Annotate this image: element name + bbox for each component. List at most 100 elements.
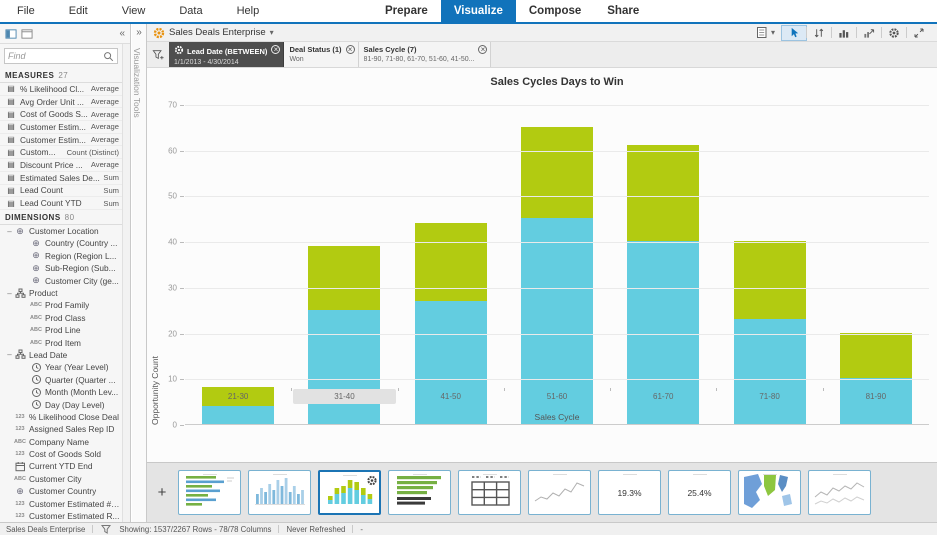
bar-segment-top-51-60[interactable]	[521, 127, 593, 218]
dimension-item[interactable]: Current YTD End	[0, 460, 130, 472]
dimension-item[interactable]: 123% Likelihood Close Deal	[0, 411, 130, 423]
measure-item[interactable]: ▤Customer Estim...Average	[0, 121, 130, 134]
dimension-item[interactable]: ABCCustomer City	[0, 473, 130, 485]
dimension-item[interactable]: ⊕Country (Country ...	[0, 237, 130, 249]
tab-share[interactable]: Share	[594, 0, 652, 24]
dimension-item[interactable]: 123Customer Estimated R...	[0, 510, 130, 522]
tree-expander-icon[interactable]: –	[5, 289, 14, 298]
x-category-label[interactable]: 51-60	[506, 389, 608, 404]
dimension-item[interactable]: ⊕Region (Region L...	[0, 250, 130, 262]
expand-right-icon[interactable]: »	[132, 28, 146, 38]
x-category-label[interactable]: 31-40	[293, 389, 395, 404]
dimension-item[interactable]: ⊕Customer Country	[0, 485, 130, 497]
maximize-button[interactable]	[907, 26, 931, 40]
dimension-item[interactable]: ⊕Customer City (ge...	[0, 274, 130, 286]
x-category-label[interactable]: 61-70	[612, 389, 714, 404]
panel-float-icon[interactable]	[21, 28, 33, 39]
sidebar-scrollbar[interactable]	[122, 44, 130, 522]
dimension-item[interactable]: ABCCompany Name	[0, 436, 130, 448]
thumbnail-stacked-column-chart[interactable]	[318, 470, 381, 515]
menu-item-view[interactable]: View	[105, 0, 163, 22]
status-showing-text[interactable]: Showing: 1537/2267 Rows - 78/78 Columns	[119, 525, 271, 534]
settings-button[interactable]	[882, 26, 906, 40]
find-input[interactable]	[8, 51, 102, 61]
thumbnail-bar-chart-green[interactable]	[388, 470, 451, 515]
dimension-item[interactable]: 123Assigned Sales Rep ID	[0, 423, 130, 435]
dimension-item[interactable]: ABCProd Family	[0, 299, 130, 311]
bar-segment-bottom-41-50[interactable]	[415, 301, 487, 424]
stacked-bar-61-70[interactable]	[627, 145, 699, 424]
measure-item[interactable]: ▤Custom...Count (Distinct)	[0, 146, 130, 159]
tab-compose[interactable]: Compose	[516, 0, 594, 24]
measure-item[interactable]: ▤% Likelihood Cl...Average	[0, 83, 130, 96]
dimension-item[interactable]: Month (Month Lev...	[0, 386, 130, 398]
filter-chip-2[interactable]: Deal Status (1)Won×	[284, 42, 358, 67]
status-more-button[interactable]: -	[360, 525, 363, 534]
menu-item-edit[interactable]: Edit	[52, 0, 105, 22]
menu-item-file[interactable]: File	[0, 0, 52, 22]
dimension-item[interactable]: ABCProd Line	[0, 324, 130, 336]
viz-type-dropdown[interactable]: ▾	[750, 26, 781, 40]
panel-left-icon[interactable]	[5, 28, 17, 39]
bar-segment-top-71-80[interactable]	[734, 241, 806, 319]
visualization-tools-strip[interactable]: » Visualization Tools	[132, 24, 147, 522]
tab-visualize[interactable]: Visualize	[441, 0, 516, 24]
dimension-item[interactable]: ABCProd Item	[0, 336, 130, 348]
select-tool-button[interactable]	[782, 26, 806, 40]
tree-expander-icon[interactable]: –	[5, 227, 14, 236]
measure-item[interactable]: ▤Estimated Sales De...Sum	[0, 172, 130, 185]
find-box[interactable]	[4, 48, 118, 64]
filter-chip-close-icon[interactable]: ×	[271, 45, 280, 54]
bar-segment-top-61-70[interactable]	[627, 145, 699, 241]
dimension-item[interactable]: Day (Day Level)	[0, 398, 130, 410]
add-visualization-button[interactable]: +	[152, 484, 172, 501]
thumbnail-kpi-tile-1[interactable]: 19.3%	[598, 470, 661, 515]
dimension-item[interactable]: ABCProd Class	[0, 312, 130, 324]
thumbnail-kpi-tile-2[interactable]: 25.4%	[668, 470, 731, 515]
dimension-item[interactable]: –Lead Date	[0, 349, 130, 361]
trend-button[interactable]	[857, 26, 881, 40]
dimension-item[interactable]: Quarter (Quarter ...	[0, 374, 130, 386]
rank-button[interactable]	[832, 26, 856, 40]
collapse-left-icon[interactable]: «	[119, 29, 125, 39]
measure-item[interactable]: ▤Customer Estim...Average	[0, 134, 130, 147]
bar-segment-bottom-71-80[interactable]	[734, 319, 806, 424]
thumbnail-crosstab[interactable]	[458, 470, 521, 515]
dimension-item[interactable]: –⊕Customer Location	[0, 225, 130, 237]
filter-chip-1[interactable]: Lead Date (BETWEEN)1/1/2013 - 4/30/2014×	[169, 42, 284, 67]
add-filter-button[interactable]	[147, 42, 169, 67]
x-category-label[interactable]: 41-50	[400, 389, 502, 404]
dimension-item[interactable]: ⊕Sub-Region (Sub...	[0, 262, 130, 274]
dataset-caret-icon[interactable]: ▾	[270, 28, 274, 37]
menu-item-data[interactable]: Data	[162, 0, 219, 22]
dataset-title[interactable]: Sales Deals Enterprise	[169, 27, 266, 38]
measure-item[interactable]: ▤Cost of Goods S...Average	[0, 108, 130, 121]
dimension-item[interactable]: –Product	[0, 287, 130, 299]
bar-segment-bottom-31-40[interactable]	[308, 310, 380, 424]
dimension-item[interactable]: Year (Year Level)	[0, 361, 130, 373]
dimension-item[interactable]: 123Customer Estimated # ...	[0, 497, 130, 509]
thumbnail-line-chart-2[interactable]	[808, 470, 871, 515]
measure-item[interactable]: ▤Lead CountSum	[0, 185, 130, 198]
filter-chip-3[interactable]: Sales Cycle (7)81-90, 71-80, 61-70, 51-6…	[359, 42, 492, 67]
measure-item[interactable]: ▤Lead Count YTDSum	[0, 197, 130, 210]
bar-segment-top-31-40[interactable]	[308, 246, 380, 310]
tab-prepare[interactable]: Prepare	[372, 0, 441, 24]
menu-item-help[interactable]: Help	[220, 0, 277, 22]
sort-button[interactable]	[807, 26, 831, 40]
tree-expander-icon[interactable]: –	[5, 350, 14, 359]
x-category-label[interactable]: 81-90	[825, 389, 927, 404]
thumbnail-settings-gear-icon[interactable]	[366, 473, 378, 491]
measure-item[interactable]: ▤Discount Price ...Average	[0, 159, 130, 172]
dimension-item[interactable]: 123Cost of Goods Sold	[0, 448, 130, 460]
bar-segment-top-81-90[interactable]	[840, 333, 912, 379]
measure-item[interactable]: ▤Avg Order Unit ...Average	[0, 96, 130, 109]
thumbnail-geo-map[interactable]	[738, 470, 801, 515]
thumbnail-bar-chart-horizontal[interactable]	[178, 470, 241, 515]
thumbnail-column-chart-blue[interactable]	[248, 470, 311, 515]
bar-segment-top-41-50[interactable]	[415, 223, 487, 301]
thumbnail-line-chart[interactable]	[528, 470, 591, 515]
filter-chip-close-icon[interactable]: ×	[346, 45, 355, 54]
x-category-label[interactable]: 71-80	[718, 389, 820, 404]
filter-chip-close-icon[interactable]: ×	[478, 45, 487, 54]
